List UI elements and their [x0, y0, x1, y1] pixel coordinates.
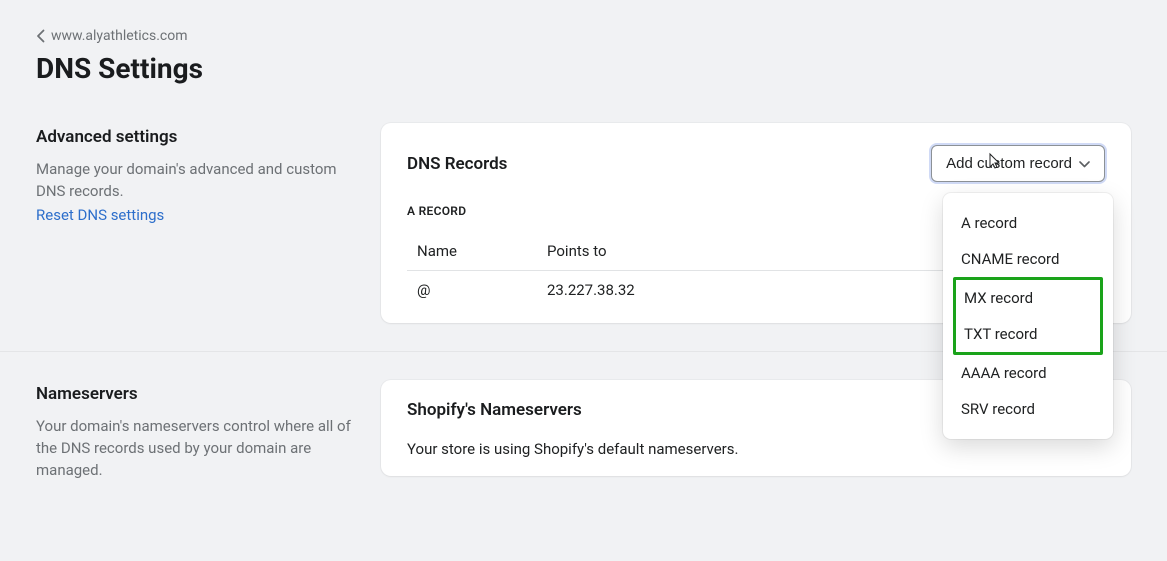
dns-records-title: DNS Records	[407, 154, 507, 174]
chevron-down-icon	[1079, 155, 1090, 172]
dropdown-item-cname-record[interactable]: CNAME record	[943, 241, 1113, 277]
breadcrumb[interactable]: www.alyathletics.com	[36, 28, 188, 44]
dropdown-item-srv-record[interactable]: SRV record	[943, 391, 1113, 427]
page-title: DNS Settings	[36, 52, 1131, 85]
nameservers-title: Nameservers	[36, 384, 357, 404]
add-custom-record-button[interactable]: Add custom record	[931, 145, 1105, 182]
advanced-settings-title: Advanced settings	[36, 127, 357, 147]
nameservers-desc: Your domain's nameservers control where …	[36, 416, 357, 481]
advanced-settings-desc: Manage your domain's advanced and custom…	[36, 159, 357, 203]
breadcrumb-label: www.alyathletics.com	[51, 28, 188, 44]
nameservers-card-body: Your store is using Shopify's default na…	[407, 440, 1105, 458]
add-record-dropdown: A record CNAME record MX record TXT reco…	[943, 193, 1113, 439]
dns-records-card: DNS Records Add custom record A RECORD	[381, 123, 1131, 323]
dropdown-item-txt-record[interactable]: TXT record	[956, 316, 1100, 352]
chevron-left-icon	[36, 29, 45, 43]
dropdown-item-aaaa-record[interactable]: AAAA record	[943, 355, 1113, 391]
add-button-label: Add custom record	[946, 155, 1072, 172]
dropdown-highlight-box: MX record TXT record	[953, 277, 1103, 355]
table-header-name: Name	[407, 234, 537, 271]
dropdown-item-a-record[interactable]: A record	[943, 205, 1113, 241]
dropdown-item-mx-record[interactable]: MX record	[956, 280, 1100, 316]
reset-dns-link[interactable]: Reset DNS settings	[36, 206, 164, 224]
record-name-cell: @	[407, 271, 537, 306]
